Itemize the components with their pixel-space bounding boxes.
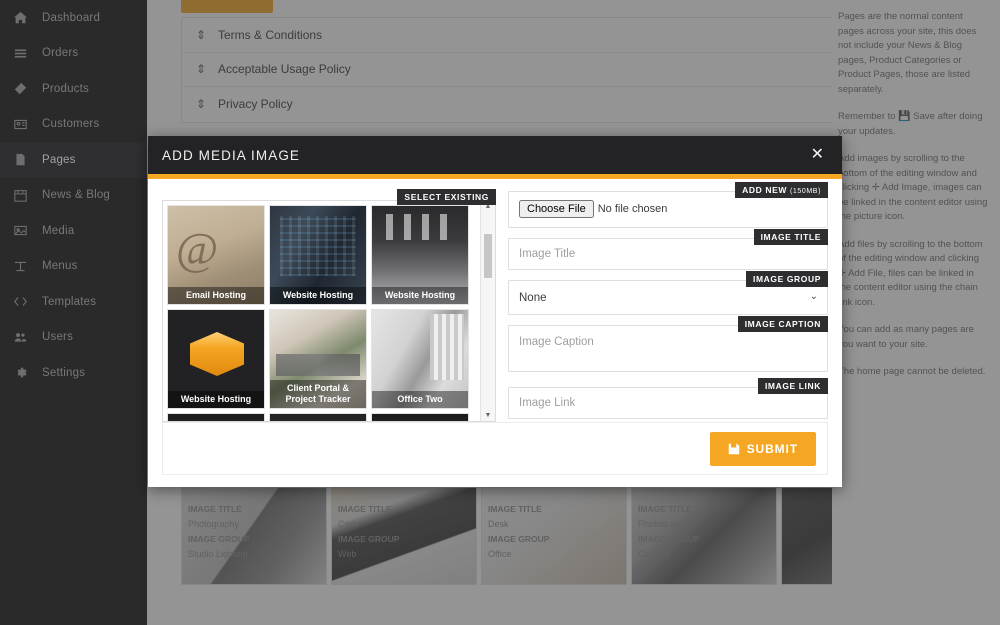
gallery-thumb[interactable]: Website Hosting	[269, 205, 367, 305]
gallery-thumb[interactable]: Office Two	[371, 309, 469, 409]
image-title-field: IMAGE TITLE	[508, 229, 828, 270]
gallery-thumb[interactable]: Website Hosting	[167, 309, 265, 409]
add-new-badge-size: (150MB)	[789, 188, 821, 195]
select-existing-pane: SELECT EXISTING Email Hosting Website Ho…	[162, 189, 496, 429]
gallery-thumb-caption: Website Hosting	[270, 287, 366, 304]
gallery-thumb[interactable]: Email Hosting	[167, 205, 265, 305]
admin-app: Dashboard Orders Products Customers Page…	[0, 0, 1000, 625]
image-link-field: IMAGE LINK	[508, 378, 828, 419]
gallery-thumb[interactable]	[167, 413, 265, 421]
add-media-image-modal: ADD MEDIA IMAGE ✕ SELECT EXISTING Email …	[148, 136, 842, 487]
image-title-badge: IMAGE TITLE	[753, 229, 828, 245]
modal-footer: SUBMIT	[162, 422, 828, 475]
gallery-thumb-caption: Website Hosting	[372, 287, 468, 304]
add-new-badge-label: ADD NEW	[742, 185, 787, 195]
submit-button-label: SUBMIT	[746, 441, 798, 456]
gallery-box: Email Hosting Website Hosting Website Ho…	[162, 200, 496, 422]
overlay-backdrop-sidebar	[0, 0, 147, 625]
gallery-thumb-caption: Email Hosting	[168, 287, 264, 304]
submit-button[interactable]: SUBMIT	[709, 431, 816, 466]
add-new-badge: ADD NEW (150MB)	[735, 182, 828, 198]
gallery-thumb[interactable]: Website Hosting	[371, 205, 469, 305]
select-existing-badge: SELECT EXISTING	[397, 189, 496, 205]
modal-title: ADD MEDIA IMAGE	[162, 147, 301, 163]
gallery-thumb-caption: Office Two	[372, 391, 468, 408]
gallery-thumb-caption: Client Portal & Project Tracker	[270, 380, 366, 408]
scrollbar-track[interactable]	[481, 212, 495, 410]
image-group-badge: IMAGE GROUP	[746, 271, 828, 287]
gallery-scrollbar[interactable]: ▲ ▼	[480, 201, 495, 421]
gallery-thumb-caption: Website Hosting	[168, 391, 264, 408]
scrollbar-thumb[interactable]	[484, 234, 492, 278]
image-group-field: IMAGE GROUP None ⌄	[508, 271, 828, 315]
modal-body: SELECT EXISTING Email Hosting Website Ho…	[148, 179, 842, 429]
add-new-pane: ADD NEW (150MB) IMAGE TITLE IMAGE GROUP …	[508, 182, 828, 429]
image-caption-badge: IMAGE CAPTION	[737, 316, 828, 332]
gallery-thumb[interactable]: Client Portal & Project Tracker	[269, 309, 367, 409]
gallery-thumb[interactable]	[269, 413, 367, 421]
modal-header: ADD MEDIA IMAGE ✕	[148, 136, 842, 174]
choose-files-input[interactable]	[519, 200, 728, 218]
scroll-down-icon[interactable]: ▼	[485, 410, 492, 421]
gallery-thumb[interactable]	[371, 413, 469, 421]
gallery-grid: Email Hosting Website Hosting Website Ho…	[163, 201, 480, 421]
image-caption-input[interactable]	[508, 325, 828, 372]
image-caption-field: IMAGE CAPTION	[508, 316, 828, 377]
save-icon	[728, 443, 740, 455]
add-new-field: ADD NEW (150MB)	[508, 182, 828, 228]
image-link-badge: IMAGE LINK	[757, 378, 828, 394]
close-icon[interactable]: ✕	[807, 145, 828, 165]
